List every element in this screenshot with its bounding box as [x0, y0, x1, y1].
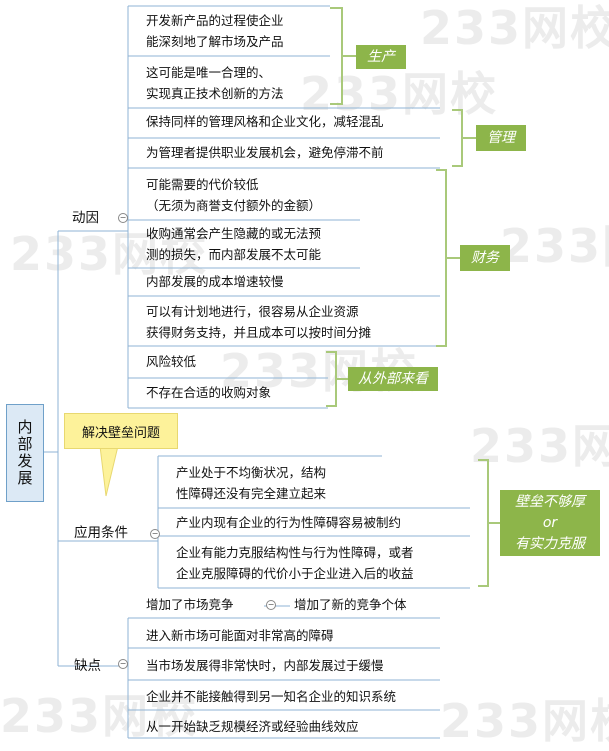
- motive-item: 收购通常会产生隐藏的或无法预 测的损失，而内部发展不太可能: [146, 226, 322, 262]
- motive-item: 可以有计划地进行，很容易从企业资源 获得财务支持，并且成本可以按时间分摊: [146, 304, 372, 340]
- tag-production: 生产: [356, 45, 406, 69]
- tag-finance: 财务: [460, 245, 510, 271]
- condition-item: 产业处于不均衡状况，结构 性障碍还没有完全建立起来: [176, 465, 327, 501]
- tag-external: 从外部来看: [348, 367, 438, 391]
- motive-item: 开发新产品的过程使企业 能深刻地了解市场及产品: [146, 13, 284, 49]
- callout-note: 解决壁垒问题: [64, 413, 178, 449]
- collapse-toggle-drawbacks[interactable]: −: [118, 659, 128, 669]
- mind-map: 233网校 233网校 233网校 233网校 233网校 233网校 233网…: [0, 0, 609, 750]
- drawback-item: 进入新市场可能面对非常高的障碍: [146, 628, 334, 643]
- motive-item: 风险较低: [146, 354, 197, 369]
- motive-item: 保持同样的管理风格和企业文化，减轻混乱: [146, 114, 384, 129]
- tag-conditions: 壁垒不够厚 or 有实力克服: [500, 490, 600, 556]
- condition-item: 产业内现有企业的行为性障碍容易被制约: [176, 515, 402, 530]
- collapse-toggle-competition[interactable]: −: [266, 600, 276, 610]
- collapse-toggle-conditions[interactable]: −: [150, 529, 160, 539]
- drawback-item: 从一开始缺乏规模经济或经验曲线效应: [146, 719, 359, 734]
- motive-item: 内部发展的成本增速较慢: [146, 274, 284, 289]
- collapse-toggle-motive[interactable]: −: [118, 213, 128, 223]
- motive-item: 不存在合适的收购对象: [146, 385, 272, 400]
- drawback-item: 企业并不能接触得到另一知名企业的知识系统: [146, 689, 397, 704]
- tag-management: 管理: [476, 125, 526, 151]
- motive-item: 可能需要的代价较低 （无须为商誉支付额外的金额）: [146, 177, 322, 213]
- condition-item: 企业有能力克服结构性与行为性障碍，或者 企业克服障碍的代价小于企业进入后的收益: [176, 545, 414, 581]
- root-node: 内部发展: [6, 404, 44, 502]
- branch-drawbacks: 缺点: [74, 658, 101, 674]
- branch-motive: 动因: [72, 210, 99, 226]
- branch-conditions: 应用条件: [74, 525, 128, 541]
- motive-item: 这可能是唯一合理的、 实现真正技术创新的方法: [146, 65, 284, 101]
- drawback-item: 增加了市场竞争: [146, 597, 234, 612]
- motive-item: 为管理者提供职业发展机会，避免停滞不前: [146, 145, 384, 160]
- drawback-sub-item: 增加了新的竞争个体: [294, 597, 407, 612]
- drawback-item: 当市场发展得非常快时，内部发展过于缓慢: [146, 658, 384, 673]
